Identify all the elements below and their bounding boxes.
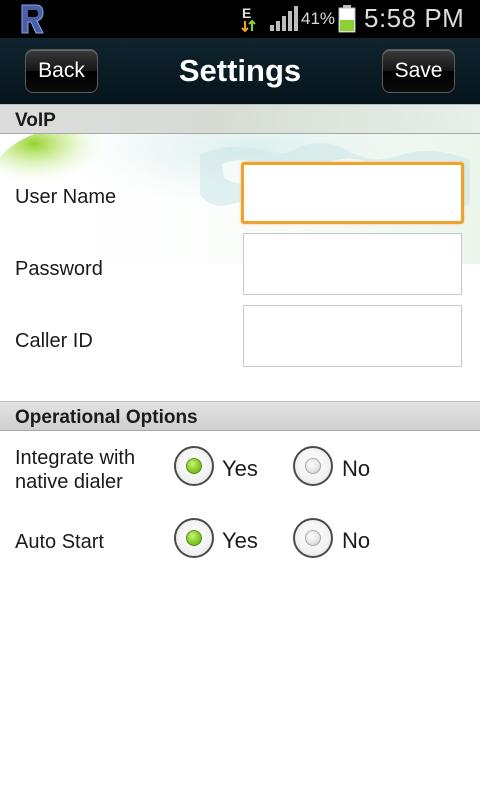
radio-unselected-dot — [305, 530, 321, 546]
battery-percent: 41% — [301, 9, 336, 28]
app-logo-icon — [21, 4, 44, 34]
status-time: 5:58 PM — [364, 3, 465, 33]
voip-panel: User Name Password Caller ID — [0, 134, 480, 401]
integrate-dialer-label-line1: Integrate with — [15, 447, 136, 469]
caller-id-label: Caller ID — [15, 330, 93, 352]
battery-icon — [338, 5, 356, 33]
password-label: Password — [15, 258, 103, 280]
integrate-dialer-yes-label[interactable]: Yes — [222, 456, 258, 482]
operational-options-header: Operational Options — [0, 401, 480, 431]
integrate-dialer-yes-radio[interactable] — [174, 446, 214, 486]
radio-selected-dot — [186, 458, 202, 474]
radio-selected-dot — [186, 530, 202, 546]
password-input[interactable] — [243, 233, 462, 295]
data-transfer-icon: E — [241, 5, 256, 33]
user-name-label: User Name — [15, 186, 117, 208]
auto-start-label-text: Auto Start — [15, 531, 104, 553]
auto-start-yes-radio[interactable] — [174, 518, 214, 558]
integrate-dialer-label-line2: native dialer — [15, 471, 123, 493]
save-button[interactable]: Save — [382, 49, 455, 93]
network-type-text: E — [242, 5, 251, 21]
settings-screen: E 41% 5:58 PM Settings Back Save VoIP Us… — [0, 0, 480, 800]
auto-start-yes-label[interactable]: Yes — [222, 528, 258, 554]
operational-options-title: Operational Options — [15, 407, 198, 428]
caller-id-input[interactable] — [243, 305, 462, 367]
integrate-dialer-no-label[interactable]: No — [342, 456, 370, 482]
user-name-input[interactable] — [241, 162, 464, 224]
back-button[interactable]: Back — [25, 49, 98, 93]
voip-section-title: VoIP — [15, 110, 56, 131]
auto-start-no-radio[interactable] — [293, 518, 333, 558]
voip-section-header: VoIP — [0, 104, 480, 134]
title-bar: Settings Back Save — [0, 38, 480, 104]
status-bar: E 41% 5:58 PM — [0, 0, 480, 38]
radio-unselected-dot — [305, 458, 321, 474]
signal-icon — [270, 6, 298, 31]
auto-start-label: Auto Start — [15, 530, 104, 554]
auto-start-no-label[interactable]: No — [342, 528, 370, 554]
integrate-dialer-label: Integrate with native dialer — [15, 446, 135, 494]
integrate-dialer-no-radio[interactable] — [293, 446, 333, 486]
